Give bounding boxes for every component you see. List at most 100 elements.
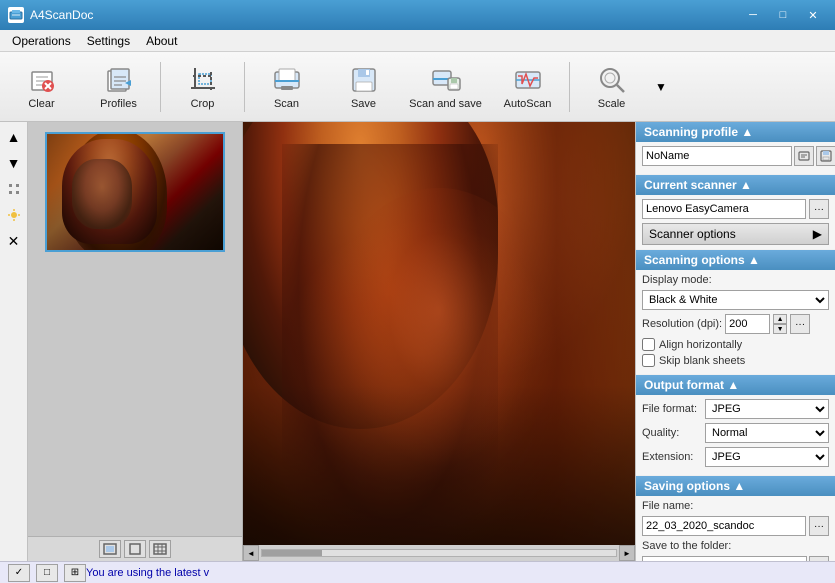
image-scrollbar[interactable]: ◄ ► <box>243 545 635 561</box>
scanning-options-header[interactable]: Scanning options ▲ <box>636 250 835 270</box>
status-left-controls: ✓ □ ⊞ <box>8 564 86 582</box>
folder-label: Save to the folder: <box>642 540 731 552</box>
thumb-fit-btn[interactable] <box>99 540 121 558</box>
file-name-label-row: File name: <box>642 500 829 512</box>
display-mode-row: Display mode: <box>642 274 829 286</box>
scale-dropdown-button[interactable]: ▼ <box>651 56 671 118</box>
profile-save-btn[interactable] <box>816 146 835 166</box>
toolbar-sep-2 <box>244 62 245 112</box>
saving-options-content: File name: ··· Save to the folder: ··· <box>636 496 835 561</box>
scan-and-save-button[interactable]: Scan and save <box>403 56 488 118</box>
current-scanner-title: Current scanner ▲ <box>644 178 752 192</box>
status-grid-btn[interactable]: ⊞ <box>64 564 86 582</box>
file-name-menu-btn[interactable]: ··· <box>809 516 829 536</box>
status-check-btn[interactable]: ✓ <box>8 564 30 582</box>
thumb-actual-btn[interactable] <box>124 540 146 558</box>
resolution-input[interactable] <box>725 314 770 334</box>
scanning-profile-content: ··· <box>636 142 835 174</box>
main-content: ▲ ▼ ✕ <box>0 122 835 561</box>
display-mode-select[interactable]: Black & White <box>642 290 829 310</box>
align-horizontally-label: Align horizontally <box>659 339 742 351</box>
maximize-button[interactable]: □ <box>769 5 797 25</box>
menu-settings[interactable]: Settings <box>79 32 138 50</box>
skip-blank-checkbox[interactable] <box>642 354 655 367</box>
autoscan-icon <box>512 64 544 96</box>
profiles-icon <box>103 64 135 96</box>
app-title: A4ScanDoc <box>30 8 93 22</box>
tool-brightness[interactable] <box>3 204 25 226</box>
profiles-button[interactable]: Profiles <box>81 56 156 118</box>
clear-button[interactable]: Clear <box>4 56 79 118</box>
resolution-down-btn[interactable]: ▼ <box>773 324 787 334</box>
scanner-name-input[interactable] <box>642 199 806 219</box>
menu-about[interactable]: About <box>138 32 185 50</box>
profiles-label: Profiles <box>100 98 137 110</box>
scroll-left-btn[interactable]: ◄ <box>243 545 259 561</box>
skip-blank-label: Skip blank sheets <box>659 355 745 367</box>
extension-label: Extension: <box>642 451 702 463</box>
current-scanner-content: ··· Scanner options ▶ <box>636 195 835 249</box>
display-mode-label: Display mode: <box>642 274 712 286</box>
minimize-button[interactable]: ─ <box>739 5 767 25</box>
scroll-right-btn[interactable]: ► <box>619 545 635 561</box>
scroll-thumb[interactable] <box>262 550 322 556</box>
scan-and-save-icon <box>430 64 462 96</box>
thumbnail-controls <box>28 536 242 561</box>
title-bar-left: A4ScanDoc <box>8 7 93 23</box>
menu-bar: Operations Settings About <box>0 30 835 52</box>
folder-browse-btn[interactable]: ··· <box>809 556 829 561</box>
status-view-btn[interactable]: □ <box>36 564 58 582</box>
thumb-grid-btn[interactable] <box>149 540 171 558</box>
extension-select[interactable]: JPEG <box>705 447 829 467</box>
title-bar: A4ScanDoc ─ □ ✕ <box>0 0 835 30</box>
current-scanner-header[interactable]: Current scanner ▲ <box>636 175 835 195</box>
close-button[interactable]: ✕ <box>799 5 827 25</box>
scanning-options-content: Display mode: Black & White Resolution (… <box>636 270 835 374</box>
profile-name-input[interactable] <box>642 146 792 166</box>
align-horizontally-checkbox[interactable] <box>642 338 655 351</box>
scanner-options-btn[interactable]: Scanner options ▶ <box>642 223 829 245</box>
extension-row: Extension: JPEG <box>642 447 829 467</box>
tool-down[interactable]: ▼ <box>3 152 25 174</box>
bottom-bar: ✓ □ ⊞ You are using the latest v <box>0 561 835 583</box>
thumbnail-bottom <box>28 536 242 561</box>
scale-button[interactable]: Scale <box>574 56 649 118</box>
tool-zoom[interactable] <box>3 178 25 200</box>
scanner-menu-btn[interactable]: ··· <box>809 199 829 219</box>
profile-load-btn[interactable] <box>794 146 814 166</box>
app-icon <box>8 7 24 23</box>
resolution-spinner: ▲ ▼ <box>773 314 787 334</box>
file-format-select[interactable]: JPEG <box>705 399 829 419</box>
saving-options-section: Saving options ▲ File name: ··· Save to … <box>636 476 835 561</box>
resolution-up-btn[interactable]: ▲ <box>773 314 787 324</box>
file-format-row: File format: JPEG <box>642 399 829 419</box>
tool-arrow[interactable]: ▲ <box>3 126 25 148</box>
file-format-label: File format: <box>642 403 702 415</box>
thumbnail-image[interactable] <box>45 132 225 252</box>
scan-icon <box>271 64 303 96</box>
scroll-track[interactable] <box>261 549 617 557</box>
thumbnail-panel <box>28 122 243 561</box>
file-name-input[interactable] <box>642 516 806 536</box>
scanning-profile-title: Scanning profile ▲ <box>644 125 753 139</box>
scanning-profile-header[interactable]: Scanning profile ▲ <box>636 122 835 142</box>
save-label: Save <box>351 98 376 110</box>
crop-button[interactable]: Crop <box>165 56 240 118</box>
menu-operations[interactable]: Operations <box>4 32 79 50</box>
file-name-row: ··· <box>642 516 829 536</box>
quality-select[interactable]: Normal <box>705 423 829 443</box>
toolbar-sep-1 <box>160 62 161 112</box>
folder-row: ··· <box>642 556 829 561</box>
scan-button[interactable]: Scan <box>249 56 324 118</box>
image-area[interactable]: ◄ ► <box>243 122 635 561</box>
align-horizontally-row: Align horizontally <box>642 338 829 351</box>
autoscan-button[interactable]: AutoScan <box>490 56 565 118</box>
resolution-menu-btn[interactable]: ··· <box>790 314 810 334</box>
saving-options-header[interactable]: Saving options ▲ <box>636 476 835 496</box>
output-format-header[interactable]: Output format ▲ <box>636 375 835 395</box>
save-button[interactable]: Save <box>326 56 401 118</box>
scanner-name-row: ··· <box>642 199 829 219</box>
toolbar: Clear Profiles Crop <box>0 52 835 122</box>
tool-crosshair[interactable]: ✕ <box>3 230 25 252</box>
folder-input[interactable] <box>642 556 807 561</box>
